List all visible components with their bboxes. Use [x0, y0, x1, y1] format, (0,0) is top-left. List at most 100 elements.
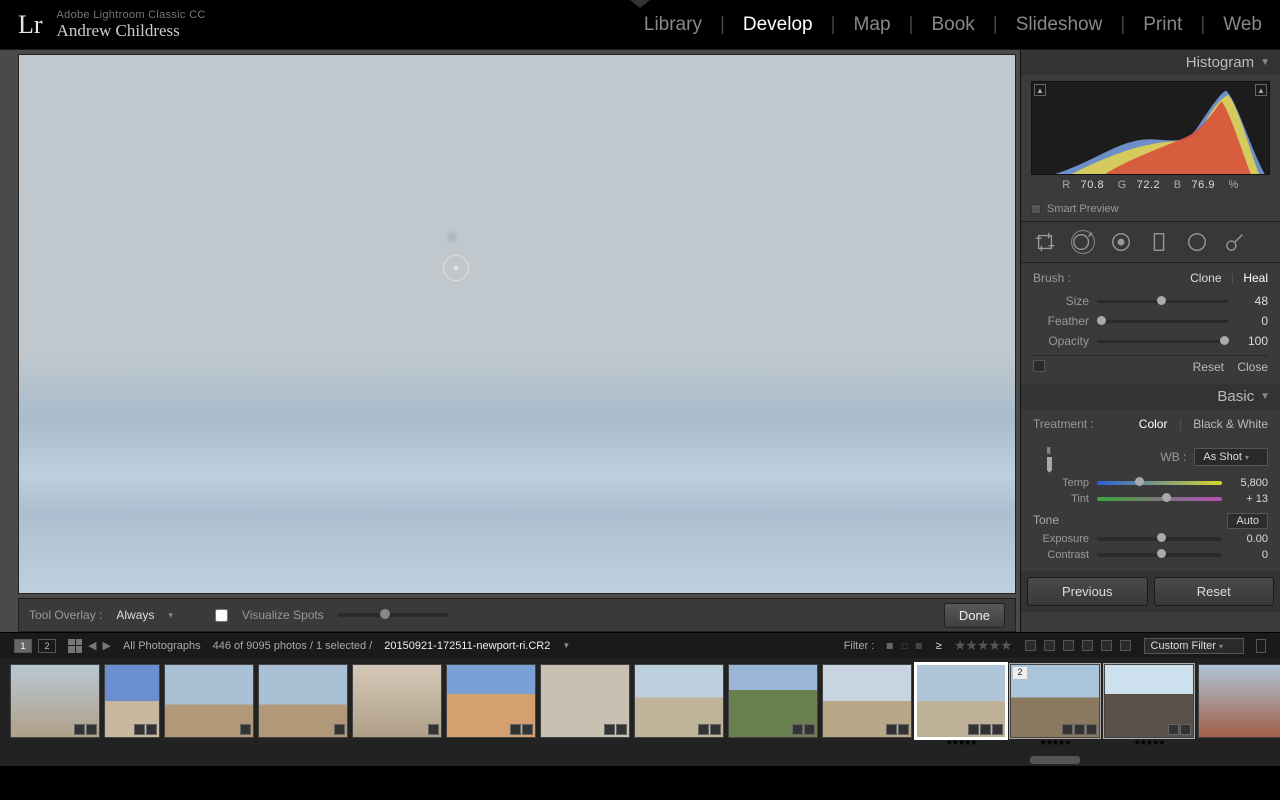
contrast-value[interactable]: 0 — [1230, 549, 1268, 561]
module-picker: Library| Develop| Map| Book| Slideshow| … — [644, 14, 1262, 36]
module-develop[interactable]: Develop — [743, 14, 813, 36]
rating-filter[interactable]: ★★★★★ — [954, 637, 1012, 654]
color-purple[interactable] — [1101, 640, 1112, 651]
grid-view-icon[interactable] — [68, 639, 82, 653]
opacity-value[interactable]: 100 — [1236, 334, 1268, 348]
tint-slider[interactable] — [1097, 497, 1222, 501]
grad-filter-tool-icon[interactable] — [1147, 230, 1171, 254]
overlay-chevron-icon[interactable]: ▾ — [168, 610, 173, 621]
wb-preset-select[interactable]: As Shot ▾ — [1194, 448, 1268, 466]
thumbnail[interactable] — [1104, 664, 1194, 738]
opacity-label: Opacity — [1033, 334, 1089, 348]
stack-badge[interactable]: 2 — [1013, 667, 1027, 679]
color-red[interactable] — [1025, 640, 1036, 651]
nav-next-icon[interactable]: ▶ — [102, 639, 110, 652]
thumbnail[interactable] — [352, 664, 442, 738]
nav-prev-icon[interactable]: ◀ — [88, 639, 96, 652]
color-none[interactable] — [1120, 640, 1131, 651]
rating-operator[interactable]: ≥ — [936, 640, 942, 652]
spot-close[interactable]: Close — [1237, 360, 1268, 374]
heal-mode[interactable]: Heal — [1243, 271, 1268, 285]
spot-reset[interactable]: Reset — [1193, 360, 1224, 374]
image-canvas[interactable] — [18, 54, 1016, 594]
thumbnail[interactable] — [728, 664, 818, 738]
count-label: 446 of 9095 photos / 1 selected / — [213, 640, 373, 652]
exposure-slider[interactable] — [1097, 537, 1222, 541]
flag-picked-icon[interactable]: ◆ — [883, 638, 898, 653]
view-box-2[interactable]: 2 — [38, 639, 56, 653]
feather-slider[interactable] — [1097, 320, 1228, 323]
module-print[interactable]: Print — [1143, 14, 1182, 36]
opacity-slider[interactable] — [1097, 340, 1228, 343]
wb-eyedropper-icon[interactable] — [1027, 437, 1067, 477]
thumbnail[interactable] — [1198, 664, 1280, 738]
brush-label: Brush : — [1033, 271, 1071, 285]
histogram-header[interactable]: Histogram▼ — [1021, 50, 1280, 75]
view-box-1[interactable]: 1 — [14, 639, 32, 653]
thumbnail[interactable] — [822, 664, 912, 738]
thumbnail[interactable] — [258, 664, 348, 738]
treatment-color[interactable]: Color — [1139, 417, 1168, 431]
filename-label[interactable]: 20150921-172511-newport-ri.CR2 — [384, 640, 550, 652]
thumbnail[interactable] — [634, 664, 724, 738]
filename-chevron-icon[interactable]: ▼ — [562, 641, 570, 650]
spot-removal-tool-icon[interactable] — [1071, 230, 1095, 254]
previous-button[interactable]: Previous — [1027, 577, 1148, 606]
module-map[interactable]: Map — [854, 14, 891, 36]
thumbnail-selected[interactable] — [916, 664, 1006, 738]
feather-label: Feather — [1033, 314, 1089, 328]
color-green[interactable] — [1063, 640, 1074, 651]
histogram-chart[interactable]: ▲ ▲ — [1031, 81, 1270, 175]
redeye-tool-icon[interactable] — [1109, 230, 1133, 254]
temp-slider[interactable] — [1097, 481, 1222, 485]
visualize-spots-checkbox[interactable] — [215, 609, 228, 622]
feather-value[interactable]: 0 — [1236, 314, 1268, 328]
treatment-label: Treatment : — [1033, 417, 1094, 431]
overlay-value[interactable]: Always — [116, 608, 154, 622]
module-web[interactable]: Web — [1223, 14, 1262, 36]
source-label[interactable]: All Photographs — [123, 640, 201, 652]
flag-rejected-icon[interactable]: ◆ — [912, 638, 927, 653]
visualize-threshold-slider[interactable] — [338, 613, 448, 617]
secondary-toolbar: 1 2 ◀ ▶ All Photographs 446 of 9095 phot… — [0, 632, 1280, 658]
filmstrip[interactable]: ★★★★★ 2★★★★★ ★★★★★ — [0, 658, 1280, 766]
basic-panel: Treatment : Color | Black & White WB : A… — [1021, 409, 1280, 571]
module-slideshow[interactable]: Slideshow — [1016, 14, 1103, 36]
prev-reset-row: Previous Reset — [1021, 571, 1280, 612]
contrast-slider[interactable] — [1097, 553, 1222, 557]
crop-tool-icon[interactable] — [1033, 230, 1057, 254]
module-library[interactable]: Library — [644, 14, 702, 36]
filter-lock-icon[interactable] — [1256, 639, 1266, 653]
adjustment-brush-tool-icon[interactable] — [1223, 230, 1247, 254]
thumbnail[interactable] — [540, 664, 630, 738]
color-yellow[interactable] — [1044, 640, 1055, 651]
reset-button[interactable]: Reset — [1154, 577, 1275, 606]
thumbnail[interactable] — [10, 664, 100, 738]
module-book[interactable]: Book — [931, 14, 974, 36]
spot-removal-cursor[interactable] — [443, 255, 469, 281]
auto-tone-button[interactable]: Auto — [1227, 513, 1268, 529]
tint-value[interactable]: + 13 — [1230, 493, 1268, 505]
thumbnail[interactable]: 2 — [1010, 664, 1100, 738]
identity-plate[interactable]: Andrew Childress — [57, 21, 206, 41]
temp-value[interactable]: 5,800 — [1230, 477, 1268, 489]
basic-header[interactable]: Basic▼ — [1021, 384, 1280, 409]
clone-mode[interactable]: Clone — [1190, 271, 1221, 285]
pin-toggle-icon[interactable] — [1033, 360, 1045, 372]
thumbnail[interactable] — [446, 664, 536, 738]
thumbnail[interactable] — [104, 664, 160, 738]
done-button[interactable]: Done — [944, 603, 1005, 628]
treatment-bw[interactable]: Black & White — [1193, 417, 1268, 431]
filter-preset-select[interactable]: Custom Filter ▾ — [1144, 638, 1244, 654]
thumbnail[interactable] — [164, 664, 254, 738]
right-panel: Histogram▼ ▲ ▲ R70.8 G72.2 B76.9 % Smart — [1020, 50, 1280, 632]
contrast-label: Contrast — [1033, 549, 1089, 561]
color-blue[interactable] — [1082, 640, 1093, 651]
size-value[interactable]: 48 — [1236, 294, 1268, 308]
flag-unflagged-icon[interactable]: ◇ — [897, 638, 912, 653]
exposure-value[interactable]: 0.00 — [1230, 533, 1268, 545]
size-slider[interactable] — [1097, 300, 1228, 303]
radial-filter-tool-icon[interactable] — [1185, 230, 1209, 254]
tint-label: Tint — [1033, 493, 1089, 505]
filmstrip-scrollbar[interactable] — [1030, 756, 1080, 764]
